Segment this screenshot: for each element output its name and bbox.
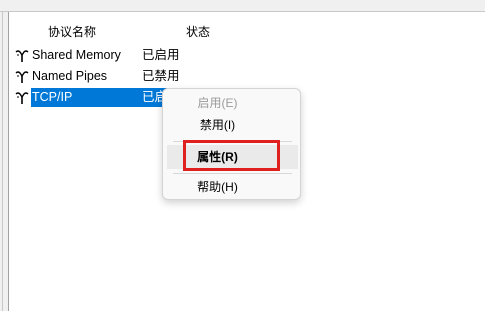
protocol-name: Named Pipes	[32, 69, 108, 83]
protocol-status: 已禁用	[142, 69, 180, 83]
protocol-row-shared-memory[interactable]: Shared Memory 已启用	[14, 46, 485, 65]
menu-item-disable[interactable]: 禁用(I)	[167, 113, 298, 137]
protocol-name: Shared Memory	[32, 48, 121, 62]
protocol-name: TCP/IP	[32, 90, 73, 104]
sql-config-manager-window: 协议名称 状态 Shared Memory 已启用 Named Pipes 已禁…	[0, 0, 485, 311]
toolbar-band	[0, 0, 485, 12]
network-protocol-icon	[14, 70, 30, 84]
menu-separator	[173, 173, 292, 174]
protocol-status: 已启用	[142, 48, 180, 62]
network-protocol-icon	[14, 49, 30, 63]
menu-item-properties[interactable]: 属性(R)	[167, 145, 298, 169]
tree-pane-edge[interactable]	[0, 12, 9, 311]
menu-separator	[173, 141, 292, 142]
context-menu: 启用(E) 禁用(I) 属性(R) 帮助(H)	[162, 88, 301, 200]
menu-item-enable[interactable]: 启用(E)	[167, 91, 298, 115]
menu-item-help[interactable]: 帮助(H)	[167, 175, 298, 199]
protocol-row-named-pipes[interactable]: Named Pipes 已禁用	[14, 67, 485, 86]
column-header-status[interactable]: 状态	[186, 24, 210, 40]
network-protocol-icon	[14, 91, 30, 105]
column-header-protocol-name[interactable]: 协议名称	[48, 24, 96, 40]
